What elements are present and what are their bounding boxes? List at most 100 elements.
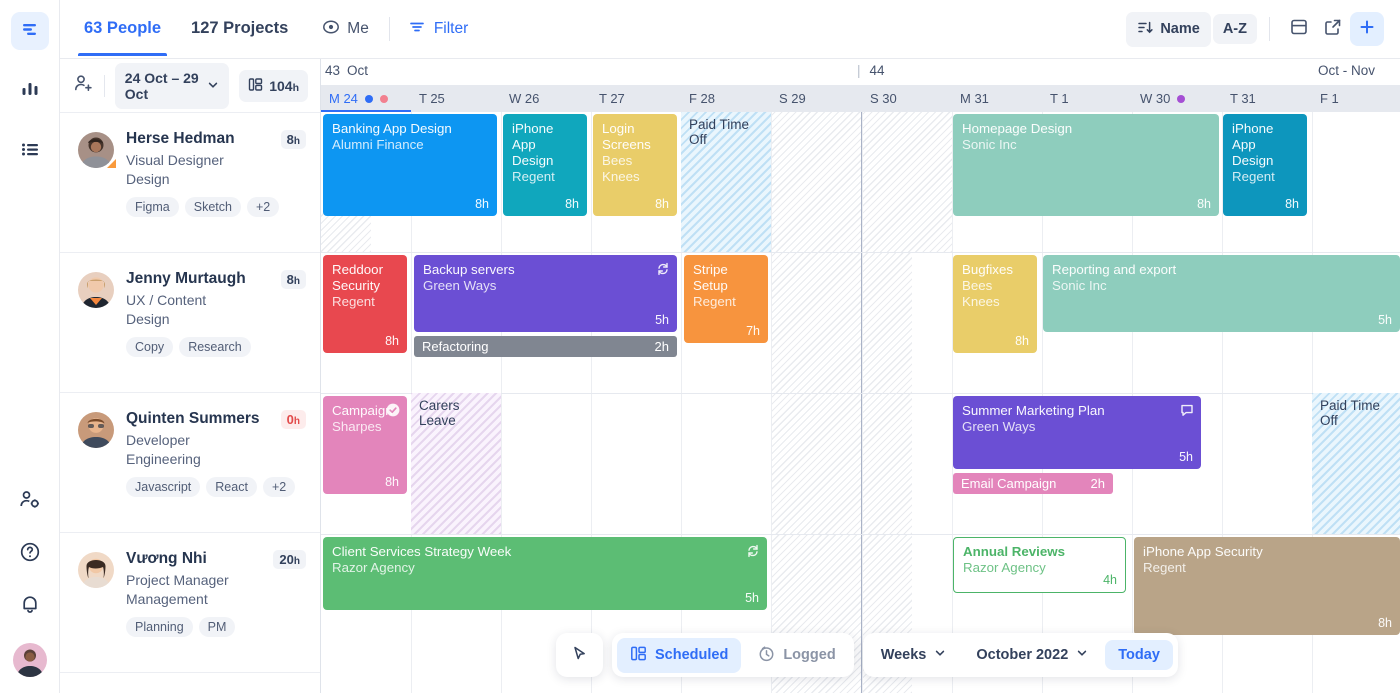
task-block[interactable]: iPhone App Design Regent 8h <box>503 114 587 216</box>
day-header-cell[interactable]: T 27 <box>591 85 681 112</box>
task-block[interactable]: Stripe Setup Regent 7h <box>684 255 768 343</box>
layout-toggle-button[interactable] <box>1282 12 1316 46</box>
day-header-cell[interactable]: T 1 <box>1042 85 1132 112</box>
logged-tab[interactable]: Logged <box>745 638 848 673</box>
week-number: 44 <box>869 63 885 78</box>
calendar-grid[interactable]: Paid Time Off Carers Leave Paid Time Off Ba… <box>321 112 1400 693</box>
column-divider <box>862 112 863 693</box>
filter-button[interactable]: Filter <box>402 13 474 46</box>
avatar[interactable] <box>78 132 116 168</box>
task-project: Alumni Finance <box>332 137 424 152</box>
person-name: Jenny Murtaugh <box>126 270 246 287</box>
repeat-icon <box>656 262 670 281</box>
person-tag[interactable]: +2 <box>246 197 280 217</box>
task-block[interactable]: Campaign Sharpes 8h <box>323 396 407 494</box>
person-tag[interactable]: Sketch <box>184 197 241 217</box>
rail-item-reports[interactable] <box>11 72 49 110</box>
person-tag[interactable]: React <box>206 477 257 497</box>
task-block[interactable]: Login Screens Bees Knees 8h <box>593 114 677 216</box>
task-block[interactable]: Summer Marketing Plan Green Ways 5h <box>953 396 1201 469</box>
day-indicator-dot <box>379 94 388 103</box>
rail-item-help[interactable] <box>11 535 49 573</box>
person-tag[interactable]: Planning <box>126 617 193 637</box>
row-divider <box>321 534 1400 535</box>
person-hours-badge[interactable]: 20h <box>273 550 306 569</box>
cursor-tool-button[interactable] <box>561 638 598 673</box>
day-header-cell[interactable]: T 25 <box>411 85 501 112</box>
me-filter-button[interactable]: Me <box>314 13 377 46</box>
share-button[interactable] <box>1316 12 1350 46</box>
task-block[interactable]: Client Services Strategy Week Razor Agenc… <box>323 537 767 610</box>
add-button[interactable] <box>1350 12 1384 46</box>
task-hours: 4h <box>1103 573 1117 587</box>
day-header-cell[interactable]: W 30 <box>1132 85 1222 112</box>
sort-descending-icon <box>1137 19 1154 40</box>
task-bar[interactable]: Email Campaign 2h <box>953 473 1113 494</box>
day-header-cell[interactable]: M 24 <box>321 85 411 112</box>
person-tags: Planning PM <box>126 617 306 637</box>
day-header-cell[interactable]: F 28 <box>681 85 771 112</box>
rail-item-schedule[interactable] <box>10 12 49 50</box>
rail-item-list[interactable] <box>11 132 49 170</box>
task-block[interactable]: iPhone App Security Regent 8h <box>1134 537 1400 635</box>
task-block[interactable]: Backup servers Green Ways 5h <box>414 255 677 332</box>
time-off-block[interactable]: Carers Leave <box>411 393 501 534</box>
time-off-block[interactable]: Paid Time Off <box>1312 393 1400 534</box>
person-hours-badge[interactable]: 8h <box>280 130 306 149</box>
person-tag[interactable]: Figma <box>126 197 179 217</box>
scheduled-tab[interactable]: Scheduled <box>617 637 742 673</box>
day-header-cell[interactable]: S 30 <box>862 85 952 112</box>
avatar[interactable] <box>78 552 114 588</box>
person-tag[interactable]: PM <box>198 617 236 637</box>
person-hours-badge[interactable]: 8h <box>280 270 306 289</box>
task-block[interactable]: Bugfixes Bees Knees 8h <box>953 255 1037 353</box>
date-range-selector[interactable]: 24 Oct – 29 Oct <box>114 62 230 109</box>
total-hours-badge[interactable]: 104h <box>239 69 308 102</box>
person-tag[interactable]: Javascript <box>126 477 201 497</box>
person-row[interactable]: Quinten Summers 0h Developer Engineering Jav… <box>60 393 320 533</box>
task-block[interactable]: Annual Reviews Razor Agency 4h <box>953 537 1126 593</box>
zoom-level-selector[interactable]: Weeks <box>868 640 960 670</box>
split-view-icon <box>1289 17 1309 42</box>
comment-icon <box>1180 403 1194 422</box>
day-header-cell[interactable]: T 31 <box>1222 85 1312 112</box>
people-panel: 24 Oct – 29 Oct 104h Herse Hedman 8h Vis… <box>60 59 321 693</box>
external-link-icon <box>1323 17 1343 42</box>
people-list: Herse Hedman 8h Visual Designer Design Figma… <box>60 113 320 673</box>
avatar[interactable] <box>78 412 114 448</box>
task-title: Banking App Design <box>332 121 452 136</box>
person-tag[interactable]: Research <box>179 337 251 357</box>
person-hours-unit: h <box>293 416 300 427</box>
task-block[interactable]: Banking App Design Alumni Finance 8h <box>323 114 497 216</box>
tab-people[interactable]: 63 People <box>78 2 168 56</box>
sort-direction-button[interactable]: A-Z <box>1212 14 1257 44</box>
task-bar[interactable]: Refactoring 2h <box>414 336 677 357</box>
person-hours-badge[interactable]: 0h <box>280 410 306 429</box>
period-selector[interactable]: October 2022 <box>963 640 1101 670</box>
day-header-cell[interactable]: S 29 <box>771 85 861 112</box>
task-block[interactable]: Reddoor Security Regent 8h <box>323 255 407 353</box>
today-button[interactable]: Today <box>1105 640 1173 670</box>
person-tag[interactable]: Copy <box>126 337 174 357</box>
person-tag[interactable]: +2 <box>262 477 296 497</box>
person-row[interactable]: Jenny Murtaugh 8h UX / Content Design Copy Re… <box>60 253 320 393</box>
person-row[interactable]: Herse Hedman 8h Visual Designer Design Figma… <box>60 113 320 253</box>
day-header-cell[interactable]: W 26 <box>501 85 591 112</box>
sort-by-button[interactable]: Name <box>1126 11 1211 47</box>
day-label: T 1 <box>1050 91 1069 106</box>
rail-item-notifications[interactable] <box>11 587 49 625</box>
rail-item-manage-people[interactable] <box>11 483 49 521</box>
account-avatar[interactable] <box>11 641 49 679</box>
add-person-button[interactable] <box>72 73 94 99</box>
task-block[interactable]: Homepage Design Sonic Inc 8h <box>953 114 1219 216</box>
week-month: Oct <box>347 63 369 78</box>
day-header-cell[interactable]: F 1 <box>1312 85 1400 112</box>
avatar[interactable] <box>78 272 114 308</box>
day-header-cell[interactable]: M 31 <box>952 85 1042 112</box>
task-project: Regent <box>1143 560 1186 575</box>
task-block[interactable]: iPhone App Design Regent 8h <box>1223 114 1307 216</box>
person-row[interactable]: Vương Nhi 20h Project Manager Management Pla… <box>60 533 320 673</box>
tab-projects[interactable]: 127 Projects <box>185 2 294 56</box>
task-block[interactable]: Reporting and export Sonic Inc 5h <box>1043 255 1400 332</box>
time-off-block[interactable]: Paid Time Off <box>681 112 771 252</box>
